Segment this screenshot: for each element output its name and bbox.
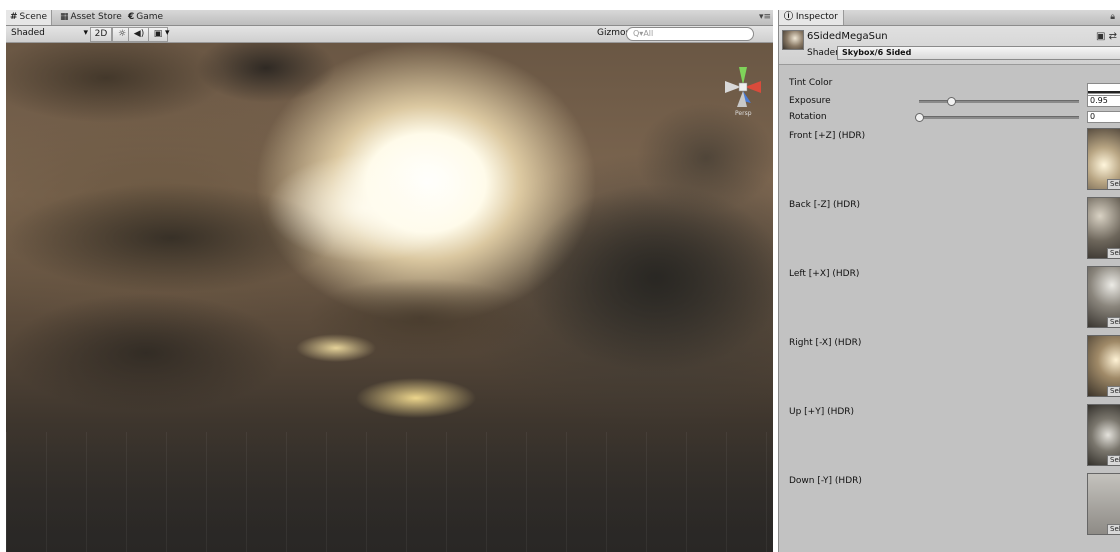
effects-dropdown-chevron-icon[interactable]: ▾ <box>162 28 173 39</box>
down-texture-slot[interactable]: Sele <box>1087 473 1120 535</box>
scene-panel: # Scene ▦ Asset Store € Game ▾≡ Shaded ▾ 2D… <box>6 10 773 552</box>
rotation-label: Rotation <box>789 112 827 122</box>
tab-game[interactable]: € Game <box>124 10 167 25</box>
panel-menu-icon[interactable]: ▾≡ <box>759 10 771 25</box>
info-icon: ⓘ <box>784 12 794 22</box>
back-texture-slot[interactable]: Sele <box>1087 197 1120 259</box>
dark-cloud <box>306 278 536 358</box>
asset-store-icon: ▦ <box>60 12 69 22</box>
material-preview-thumbnail <box>782 30 804 50</box>
right-texture-label: Right [-X] (HDR) <box>789 338 862 348</box>
dark-cloud <box>6 293 286 413</box>
scene-grid-icon: # <box>10 12 18 22</box>
inspector-panel: ⓘ Inspector 🔒︎ 6SidedMegaSun ▣ ⇄ Shader … <box>778 10 1120 552</box>
left-texture-select-button[interactable]: Sele <box>1107 317 1120 327</box>
lit-cloud-edge <box>266 153 466 263</box>
rotation-slider-track[interactable] <box>919 116 1079 119</box>
scene-tabbar: # Scene ▦ Asset Store € Game ▾≡ <box>6 10 773 26</box>
gizmo-x-axis-icon <box>745 81 761 93</box>
exposure-slider-track[interactable] <box>919 100 1079 103</box>
exposure-value-field[interactable]: 0.95 <box>1087 95 1120 107</box>
dark-cloud <box>636 103 773 213</box>
scene-ground-grid <box>6 432 773 552</box>
up-texture-select-button[interactable]: Sele <box>1107 455 1120 465</box>
back-texture-select-button[interactable]: Sele <box>1107 248 1120 258</box>
scene-toolbar: Shaded ▾ 2D ☼ ◀) ▣ ▾ Gizmos ▾ Q▾All <box>6 26 773 43</box>
2d-toggle-button[interactable]: 2D <box>90 27 112 42</box>
shader-dropdown[interactable]: Skybox/6 Sided <box>837 46 1120 60</box>
tint-color-label: Tint Color <box>789 78 833 88</box>
exposure-slider-handle[interactable] <box>947 97 956 106</box>
dark-cloud <box>526 183 773 373</box>
material-settings-icon[interactable]: ▣ ⇄ <box>1096 31 1117 42</box>
gizmo-persp-label: Persp <box>735 110 752 117</box>
up-texture-label: Up [+Y] (HDR) <box>789 407 855 417</box>
right-texture-slot[interactable]: Sele <box>1087 335 1120 397</box>
tab-asset-store[interactable]: ▦ Asset Store <box>56 10 126 25</box>
scene-search-input[interactable]: Q▾All <box>626 27 754 41</box>
shading-mode-label: Shaded <box>11 28 45 38</box>
game-pacman-icon: € <box>128 12 135 22</box>
tab-scene-label: Scene <box>19 12 47 22</box>
down-texture-select-button[interactable]: Sele <box>1107 524 1120 534</box>
tab-game-label: Game <box>136 12 164 22</box>
up-texture-slot[interactable]: Sele <box>1087 404 1120 466</box>
front-texture-select-button[interactable]: Sele <box>1107 179 1120 189</box>
scene-viewport[interactable]: Persp <box>6 43 773 552</box>
tab-scene[interactable]: # Scene <box>6 10 52 25</box>
gizmo-neg-x-icon <box>725 81 741 93</box>
back-texture-label: Back [-Z] (HDR) <box>789 200 860 210</box>
rotation-value-field[interactable]: 0 <box>1087 111 1120 123</box>
lock-icon[interactable]: 🔒︎ <box>1110 10 1115 25</box>
tab-asset-store-label: Asset Store <box>70 12 122 22</box>
tab-inspector-label: Inspector <box>795 12 838 22</box>
shading-mode-dropdown[interactable]: Shaded ▾ <box>8 28 90 39</box>
front-texture-slot[interactable]: Sele <box>1087 128 1120 190</box>
gizmo-center-cube-icon <box>738 82 748 92</box>
tab-inspector[interactable]: ⓘ Inspector <box>779 10 844 25</box>
right-texture-select-button[interactable]: Sele <box>1107 386 1120 396</box>
material-name: 6SidedMegaSun <box>807 31 888 42</box>
shader-label: Shader <box>807 48 839 58</box>
scene-audio-icon[interactable]: ◀) <box>128 27 150 42</box>
exposure-label: Exposure <box>789 96 831 106</box>
orientation-gizmo[interactable]: Persp <box>721 63 765 117</box>
left-texture-slot[interactable]: Sele <box>1087 266 1120 328</box>
material-header: 6SidedMegaSun ▣ ⇄ Shader Skybox/6 Sided <box>779 26 1120 65</box>
inspector-tabbar: ⓘ Inspector 🔒︎ <box>779 10 1120 26</box>
left-texture-label: Left [+X] (HDR) <box>789 269 860 279</box>
gizmo-y-axis-icon <box>739 67 747 85</box>
dark-cloud <box>6 43 226 123</box>
down-texture-label: Down [-Y] (HDR) <box>789 476 862 486</box>
chevron-down-icon: ▾ <box>83 28 88 38</box>
front-texture-label: Front [+Z] (HDR) <box>789 131 866 141</box>
rotation-slider-handle[interactable] <box>915 113 924 122</box>
